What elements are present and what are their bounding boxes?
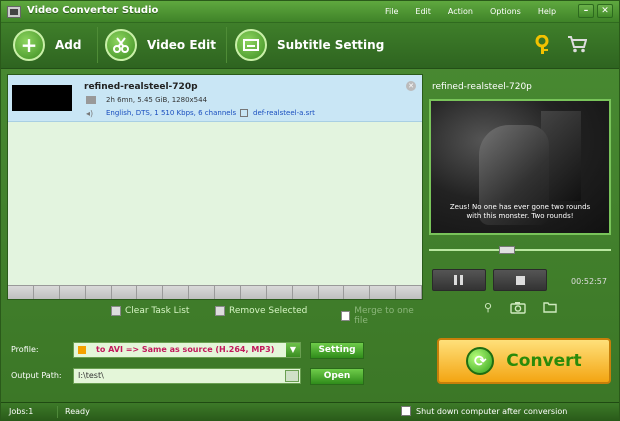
shutdown-label: Shut down computer after conversion	[416, 407, 568, 416]
add-label: Add	[55, 38, 82, 52]
browse-folder-icon[interactable]	[285, 370, 299, 382]
playback-time: 00:52:57	[571, 277, 607, 286]
task-list[interactable]: refined-realsteel-720p ✕ 2h 6mn, 5.45 Gi…	[7, 74, 423, 300]
clear-list-icon	[111, 306, 121, 316]
seek-handle[interactable]	[498, 246, 515, 254]
task-video-info: 2h 6mn, 5.45 GiB, 1280x544	[106, 96, 208, 104]
convert-button[interactable]: ⟳ Convert	[437, 338, 611, 384]
title-bar: Video Converter Studio File Edit Action …	[1, 1, 619, 23]
task-list-scrollbar[interactable]	[8, 285, 422, 299]
preview-subtitle: Zeus! No one has ever gone two rounds wi…	[431, 203, 609, 221]
status-divider	[57, 406, 58, 418]
clear-task-list-button[interactable]: Clear Task List	[111, 306, 189, 316]
key-icon[interactable]	[534, 34, 550, 55]
video-preview: Zeus! No one has ever gone two rounds wi…	[429, 99, 611, 235]
menu-file[interactable]: File	[385, 7, 398, 16]
pause-button[interactable]	[432, 269, 486, 291]
task-actions: Clear Task List Remove Selected Merge to…	[7, 303, 423, 326]
chevron-down-icon[interactable]: ▼	[286, 343, 300, 357]
merge-checkbox[interactable]	[341, 311, 351, 321]
output-path-field[interactable]: I:\test\	[73, 368, 301, 384]
add-button[interactable]: + Add	[13, 23, 81, 67]
toolbar: + Add Video Edit Subtitle Setting	[1, 23, 619, 69]
preview-subtitle-line2: with this monster. Two rounds!	[466, 212, 574, 220]
seek-slider[interactable]	[429, 246, 611, 254]
profile-format-icon	[78, 346, 86, 354]
stop-button[interactable]	[493, 269, 547, 291]
minimize-button[interactable]: –	[578, 4, 594, 18]
cart-icon[interactable]	[567, 35, 588, 55]
output-path-value: I:\test\	[78, 371, 104, 380]
snapshot-folder-icon[interactable]	[541, 301, 559, 315]
subtitle-setting-button[interactable]: Subtitle Setting	[235, 23, 384, 67]
open-button[interactable]: Open	[310, 368, 364, 385]
setting-button[interactable]: Setting	[310, 342, 364, 359]
app-window: Video Converter Studio File Edit Action …	[0, 0, 620, 421]
seek-track	[429, 249, 611, 251]
toolbar-divider	[97, 27, 98, 63]
task-audio-info[interactable]: English, DTS, 1 510 Kbps, 6 channels	[106, 109, 236, 117]
subtitle-setting-label: Subtitle Setting	[277, 38, 385, 52]
film-icon	[7, 6, 21, 18]
video-info-icon	[86, 96, 96, 104]
profile-select[interactable]: to AVI => Same as source (H.264, MP3) ▼	[73, 342, 301, 358]
subtitle-file-icon	[240, 109, 248, 117]
close-button[interactable]: ✕	[597, 4, 613, 18]
remove-selected-label: Remove Selected	[229, 306, 308, 316]
merge-label: Merge to one file	[354, 306, 414, 326]
remove-selected-icon	[215, 306, 225, 316]
scrollbar-track	[8, 286, 422, 299]
menu-options[interactable]: Options	[490, 7, 521, 16]
scissors-icon	[105, 29, 137, 61]
convert-label: Convert	[506, 351, 582, 371]
video-edit-button[interactable]: Video Edit	[105, 23, 216, 67]
app-title: Video Converter Studio	[27, 5, 159, 16]
subtitle-icon	[235, 29, 267, 61]
jobs-count: Jobs:1	[9, 407, 34, 416]
video-edit-label: Video Edit	[147, 38, 216, 52]
task-row[interactable]: refined-realsteel-720p ✕ 2h 6mn, 5.45 Gi…	[8, 75, 422, 122]
menu-edit[interactable]: Edit	[415, 7, 431, 16]
menu-action[interactable]: Action	[448, 7, 473, 16]
audio-info-icon: ◂)	[86, 109, 94, 118]
clear-task-list-label: Clear Task List	[125, 306, 190, 316]
status-bar: Jobs:1 Ready Shut down computer after co…	[1, 402, 619, 420]
remove-selected-button[interactable]: Remove Selected	[215, 306, 307, 316]
task-thumbnail	[12, 85, 72, 111]
profile-value: to AVI => Same as source (H.264, MP3)	[96, 345, 275, 354]
merge-option[interactable]: Merge to one file	[341, 306, 423, 326]
subtitle-glyph	[243, 39, 259, 51]
menu-bar: File Edit Action Options Help	[385, 7, 573, 16]
preview-title: refined-realsteel-720p	[432, 82, 532, 92]
zoom-preview-icon[interactable]: ⚲	[479, 301, 497, 315]
task-subtitle-file[interactable]: def-realsteel-a.srt	[253, 109, 315, 117]
shutdown-checkbox[interactable]	[401, 406, 411, 416]
toolbar-divider	[226, 27, 227, 63]
snapshot-camera-icon[interactable]	[509, 301, 527, 315]
task-name: refined-realsteel-720p	[84, 82, 198, 92]
status-text: Ready	[65, 407, 90, 416]
convert-refresh-icon: ⟳	[466, 347, 495, 375]
scissors-glyph	[113, 37, 129, 53]
plus-icon: +	[13, 29, 45, 61]
output-path-label: Output Path:	[11, 371, 62, 380]
profile-label: Profile:	[11, 345, 39, 354]
menu-help[interactable]: Help	[538, 7, 556, 16]
window-controls: – ✕	[578, 4, 613, 18]
preview-subtitle-line1: Zeus! No one has ever gone two rounds	[449, 203, 591, 211]
output-settings: Profile: to AVI => Same as source (H.264…	[1, 328, 619, 402]
remove-task-icon[interactable]: ✕	[406, 81, 416, 91]
